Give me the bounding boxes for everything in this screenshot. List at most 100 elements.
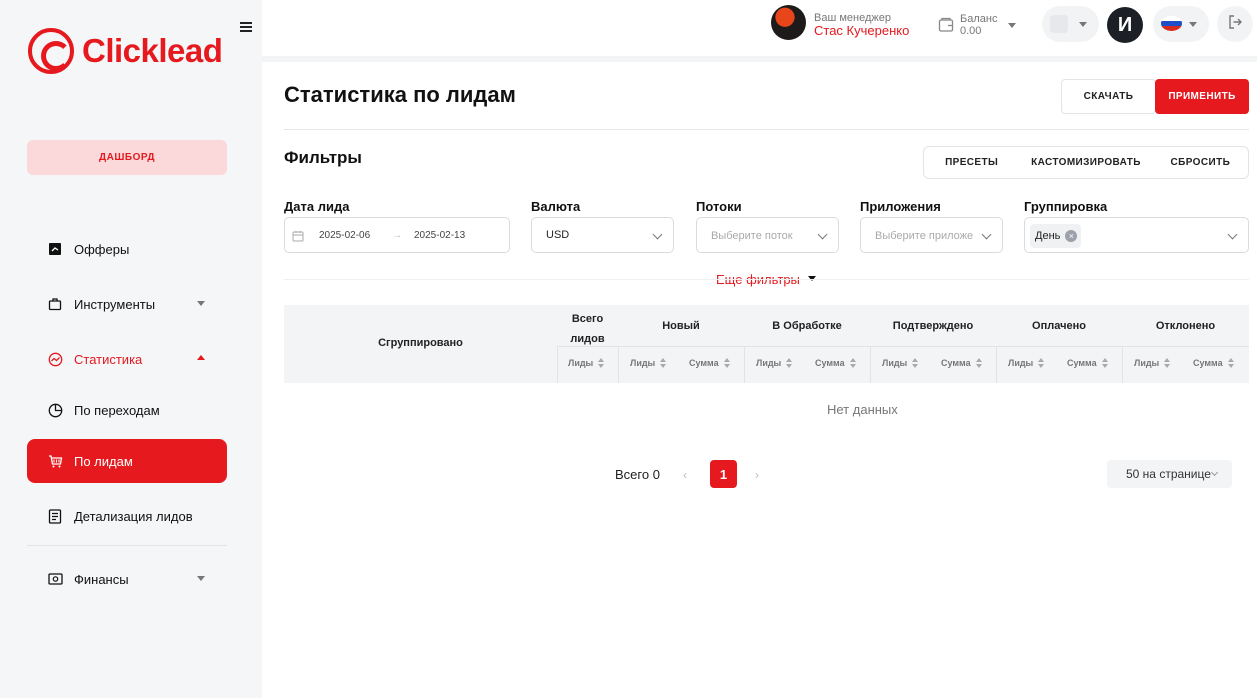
col-new: Новый: [662, 320, 700, 332]
sort-processing-sum[interactable]: Сумма: [815, 358, 857, 368]
logo[interactable]: Clicklead: [28, 28, 223, 74]
language-selector[interactable]: [1153, 6, 1209, 42]
notification-icon: [1050, 15, 1068, 33]
sidebar-item-by-clicks[interactable]: По переходам: [27, 388, 227, 432]
chevron-down-icon: [1189, 22, 1197, 27]
sort-icon: [660, 358, 667, 368]
sidebar-item-label: Детализация лидов: [74, 508, 193, 524]
page-size-value: 50 на странице: [1126, 467, 1211, 481]
sort-icon: [786, 358, 793, 368]
cart-icon: [47, 453, 63, 469]
briefcase-icon: [47, 296, 63, 312]
balance-value: 0.00: [960, 25, 982, 37]
grouping-select[interactable]: День ×: [1024, 217, 1249, 253]
top-bar: Ваш менеджер Стас Кучеренко Баланс 0.00 …: [262, 0, 1257, 56]
download-button[interactable]: СКАЧАТЬ: [1061, 79, 1156, 114]
sidebar-item-tools[interactable]: Инструменты: [27, 282, 227, 326]
manager-name[interactable]: Стас Кучеренко: [814, 23, 909, 38]
sidebar-item-by-leads[interactable]: По лидам: [27, 439, 227, 483]
sort-icon: [912, 358, 919, 368]
balance-dropdown-icon[interactable]: [1008, 23, 1016, 28]
currency-label: Валюта: [531, 199, 581, 214]
sort-icon: [1164, 358, 1171, 368]
menu-toggle-icon[interactable]: [240, 22, 252, 34]
sort-icon: [975, 358, 983, 368]
logout-icon: [1227, 14, 1243, 35]
empty-state: Нет данных: [827, 402, 898, 417]
sidebar-item-label: Офферы: [74, 241, 130, 257]
sort-leads-total[interactable]: Лиды: [568, 358, 605, 368]
grouping-tag-label: День: [1035, 230, 1061, 242]
prev-page-icon[interactable]: ‹: [683, 468, 687, 482]
currency-value: USD: [546, 229, 570, 241]
russia-flag-icon: [1161, 16, 1182, 31]
user-avatar[interactable]: И: [1107, 7, 1143, 43]
sort-rejected-leads[interactable]: Лиды: [1134, 358, 1171, 368]
page-title: Статистика по лидам: [284, 82, 516, 107]
logo-mark-icon: [28, 28, 74, 74]
col-processing: В Обработке: [772, 320, 842, 332]
streams-select[interactable]: Выберите поток: [696, 217, 839, 253]
logo-text: Clicklead: [82, 32, 223, 69]
sub-header-label: Сумма: [689, 358, 719, 368]
sort-new-leads[interactable]: Лиды: [630, 358, 667, 368]
sort-processing-leads[interactable]: Лиды: [756, 358, 793, 368]
sidebar-item-offers[interactable]: Офферы: [27, 227, 227, 271]
col-divider: [557, 346, 558, 383]
sort-confirmed-leads[interactable]: Лиды: [882, 358, 919, 368]
dashboard-button[interactable]: ДАШБОРД: [27, 140, 227, 175]
sort-paid-leads[interactable]: Лиды: [1008, 358, 1045, 368]
apps-select[interactable]: Выберите приложе: [860, 217, 1003, 253]
sort-new-sum[interactable]: Сумма: [689, 358, 731, 368]
offers-icon: [47, 241, 63, 257]
sort-rejected-sum[interactable]: Сумма: [1193, 358, 1235, 368]
date-from[interactable]: 2025-02-06: [319, 230, 370, 241]
col-total-leads-line: лидов: [570, 333, 605, 345]
manager-avatar[interactable]: [771, 5, 806, 40]
filters-title: Фильтры: [284, 148, 362, 167]
page-button-current[interactable]: 1: [710, 460, 737, 488]
currency-select[interactable]: USD: [531, 217, 674, 253]
apply-button[interactable]: ПРИМЕНИТЬ: [1155, 79, 1249, 114]
col-total-leads[interactable]: Всего лидов: [557, 309, 618, 349]
chevron-down-icon: [652, 229, 663, 240]
sort-icon: [598, 358, 605, 368]
col-divider: [996, 346, 997, 383]
sub-header-label: Сумма: [941, 358, 971, 368]
sidebar: Clicklead ДАШБОРД Офферы Инструменты Ста…: [0, 0, 262, 698]
sidebar-item-statistics[interactable]: Статистика: [27, 337, 227, 381]
customize-button[interactable]: КАСТОМИЗИРОВАТЬ: [1019, 147, 1152, 178]
sort-paid-sum[interactable]: Сумма: [1067, 358, 1109, 368]
sidebar-item-lead-details[interactable]: Детализация лидов: [27, 494, 227, 538]
logout-button[interactable]: [1217, 6, 1253, 42]
sidebar-item-finance[interactable]: Финансы: [27, 557, 227, 601]
grouping-tag: День ×: [1030, 224, 1082, 248]
wallet-icon: [47, 571, 63, 587]
app: Clicklead ДАШБОРД Офферы Инструменты Ста…: [0, 0, 1257, 698]
sort-confirmed-sum[interactable]: Сумма: [941, 358, 983, 368]
sort-icon: [723, 358, 731, 368]
date-range-picker[interactable]: 2025-02-06 → 2025-02-13: [284, 217, 510, 253]
chevron-down-icon: [197, 301, 205, 306]
sub-header-label: Сумма: [815, 358, 845, 368]
col-rejected: Отклонено: [1155, 320, 1216, 332]
notifications-dropdown[interactable]: [1042, 6, 1099, 42]
next-page-icon[interactable]: ›: [755, 468, 759, 482]
date-to[interactable]: 2025-02-13: [414, 230, 465, 241]
col-grouped[interactable]: Сгруппировано: [284, 337, 557, 349]
pie-chart-icon: [47, 402, 63, 418]
reset-button[interactable]: СБРОСИТЬ: [1153, 147, 1248, 178]
top-bar-divider: [262, 56, 1257, 62]
sort-icon: [1101, 358, 1109, 368]
col-divider: [870, 346, 871, 383]
sidebar-item-label: Инструменты: [74, 296, 156, 312]
sub-header-label: Лиды: [568, 358, 594, 368]
statistics-icon: [47, 351, 63, 367]
page-size-select[interactable]: 50 на странице: [1107, 460, 1232, 488]
sidebar-item-label: По лидам: [74, 453, 133, 469]
sub-header-label: Лиды: [882, 358, 908, 368]
total-count: Всего 0: [615, 467, 660, 482]
col-paid: Оплачено: [1032, 320, 1086, 332]
presets-button[interactable]: ПРЕСЕТЫ: [924, 147, 1019, 178]
remove-tag-icon[interactable]: ×: [1065, 230, 1078, 242]
